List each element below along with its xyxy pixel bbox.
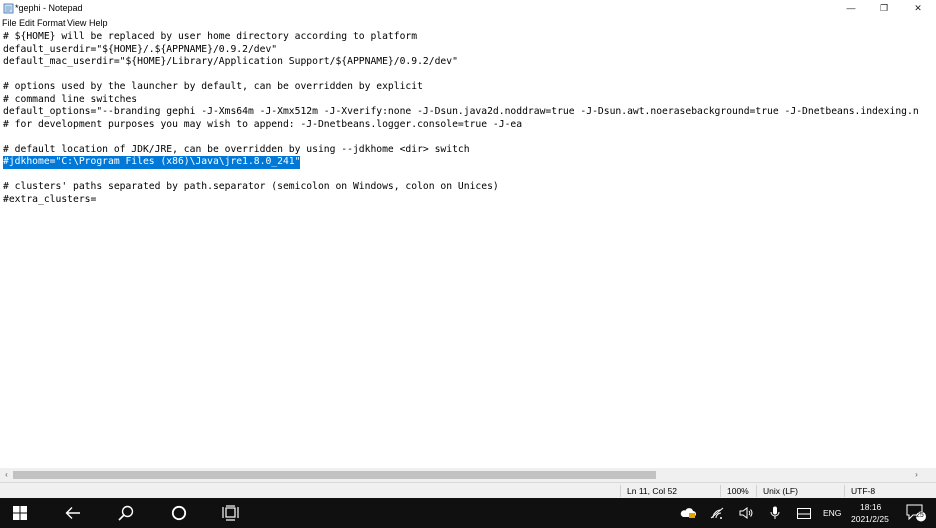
encoding: UTF-8 — [851, 486, 876, 496]
menu-file[interactable]: File — [2, 18, 17, 29]
maximize-button[interactable]: ❐ — [867, 0, 901, 17]
editor-line: default_options="--branding gephi -J-Xms… — [3, 106, 919, 117]
editor-line: default_userdir="${HOME}/.${APPNAME}/0.9… — [3, 43, 278, 55]
cortana-button[interactable] — [162, 498, 196, 528]
status-divider — [720, 485, 721, 497]
taskbar: ENG 18:16 2021/2/25 25 — [0, 498, 936, 528]
notepad-app-icon — [3, 3, 14, 14]
status-divider — [620, 485, 621, 497]
close-icon: ✕ — [914, 3, 922, 13]
minimize-button[interactable]: — — [834, 0, 868, 17]
editor-line: # command line switches — [3, 93, 138, 105]
notification-count: 25 — [916, 512, 924, 519]
line-ending: Unix (LF) — [763, 486, 798, 496]
editor-line: # for development purposes you may wish … — [3, 118, 523, 130]
clock-date[interactable]: 2021/2/25 — [851, 514, 889, 524]
status-divider — [756, 485, 757, 497]
search-icon — [118, 505, 134, 521]
back-arrow-icon — [65, 507, 80, 519]
editor-line: # ${HOME} will be replaced by user home … — [3, 31, 418, 42]
minimize-icon: — — [846, 3, 856, 13]
zoom-level: 100% — [727, 486, 749, 496]
cursor-position: Ln 11, Col 52 — [627, 486, 677, 496]
status-divider — [844, 485, 845, 497]
keyboard-icon — [797, 507, 811, 519]
task-view-button[interactable] — [214, 498, 248, 528]
window-title: *gephi - Notepad — [15, 3, 83, 13]
scrollbar-corner — [923, 468, 936, 482]
status-bar: Ln 11, Col 52 100% Unix (LF) UTF-8 — [0, 482, 936, 498]
close-button[interactable]: ✕ — [901, 0, 935, 17]
onedrive-tray-button[interactable] — [677, 498, 699, 528]
selected-text-line: #jdkhome="C:\Program Files (x86)\Java\jr… — [3, 156, 301, 169]
editor-line: # default location of JDK/JRE, can be ov… — [3, 143, 470, 155]
menu-bar: File Edit Format View Help — [0, 17, 936, 30]
input-language[interactable]: ENG — [823, 508, 841, 518]
task-view-icon — [222, 505, 239, 521]
onedrive-icon — [680, 508, 696, 518]
network-tray-button[interactable] — [706, 498, 728, 528]
action-center-button[interactable]: 25 — [903, 498, 929, 528]
editor-line: # clusters' paths separated by path.sepa… — [3, 181, 499, 192]
menu-format[interactable]: Format — [37, 18, 66, 29]
horizontal-scrollbar[interactable]: ‹ › — [0, 468, 923, 482]
wifi-icon — [710, 507, 724, 519]
editor-line: #extra_clusters= — [3, 193, 97, 205]
microphone-icon — [770, 506, 780, 519]
cortana-circle-icon — [171, 505, 187, 521]
clock-time[interactable]: 18:16 — [860, 502, 881, 512]
volume-tray-button[interactable] — [735, 498, 757, 528]
scroll-left-icon[interactable]: ‹ — [0, 468, 13, 482]
microphone-tray-button[interactable] — [764, 498, 786, 528]
keyboard-tray-button[interactable] — [793, 498, 815, 528]
menu-edit[interactable]: Edit — [19, 18, 35, 29]
volume-icon — [739, 507, 753, 519]
scroll-right-icon[interactable]: › — [910, 468, 923, 482]
title-bar: *gephi - Notepad — ❐ ✕ — [0, 0, 936, 17]
menu-view[interactable]: View — [67, 18, 86, 29]
windows-start-icon — [13, 506, 27, 520]
horizontal-scroll-thumb[interactable] — [13, 471, 656, 479]
text-editor[interactable]: # ${HOME} will be replaced by user home … — [0, 30, 923, 468]
editor-line: default_mac_userdir="${HOME}/Library/App… — [3, 56, 458, 67]
vertical-scrollbar[interactable] — [923, 30, 936, 468]
search-button[interactable] — [109, 498, 143, 528]
editor-line: # options used by the launcher by defaul… — [3, 81, 423, 92]
menu-help[interactable]: Help — [89, 18, 108, 29]
start-button[interactable] — [3, 498, 37, 528]
back-button[interactable] — [56, 498, 90, 528]
restore-icon: ❐ — [879, 3, 889, 13]
